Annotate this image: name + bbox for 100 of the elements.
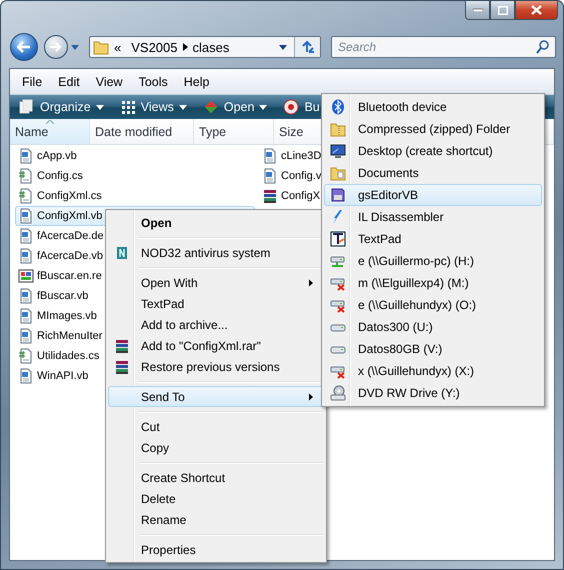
cs-file-icon bbox=[18, 188, 34, 204]
bluetooth-icon bbox=[330, 99, 346, 115]
file-row[interactable]: cApp.vb bbox=[15, 146, 81, 166]
refresh-button[interactable] bbox=[294, 37, 320, 57]
menu-item[interactable]: Restore previous versions bbox=[108, 356, 324, 377]
menu-item[interactable]: TextPad bbox=[108, 293, 324, 314]
minimize-button[interactable] bbox=[465, 1, 490, 20]
maximize-button[interactable] bbox=[490, 1, 515, 20]
menu-item[interactable]: Documents bbox=[324, 162, 542, 184]
column-header[interactable]: Type bbox=[194, 119, 274, 144]
menu-item[interactable]: TextPad bbox=[324, 228, 542, 250]
maximize-icon bbox=[498, 6, 508, 14]
folder-icon bbox=[93, 39, 109, 55]
breadcrumb-arrow-icon[interactable] bbox=[182, 43, 188, 51]
menu-item[interactable]: Open bbox=[108, 212, 324, 233]
file-row[interactable]: ConfigXml.cs bbox=[15, 186, 106, 206]
menu-item[interactable]: Tools bbox=[130, 72, 176, 90]
menu-item[interactable]: Add to archive... bbox=[108, 314, 324, 335]
menu-item[interactable]: Bluetooth device bbox=[324, 96, 542, 118]
menu-item[interactable]: Datos80GB (V:) bbox=[324, 338, 542, 360]
vb-file-icon bbox=[18, 288, 34, 304]
file-row[interactable]: fBuscar.vb bbox=[15, 286, 92, 306]
menu-item[interactable]: e (\\Guillermo-pc) (H:) bbox=[324, 250, 542, 272]
file-row[interactable]: Config.cs bbox=[15, 166, 87, 186]
address-bar[interactable]: « VS2005 clases bbox=[89, 36, 321, 58]
back-button[interactable] bbox=[10, 33, 38, 61]
file-row[interactable]: MImages.vb bbox=[15, 306, 101, 326]
toolbar-button[interactable]: Views bbox=[116, 96, 190, 118]
search-icon bbox=[536, 40, 550, 54]
file-row[interactable]: Config.v bbox=[259, 166, 326, 186]
menu-item[interactable]: Properties bbox=[108, 539, 324, 560]
file-row[interactable]: Utilidades.cs bbox=[15, 346, 104, 366]
vb-file-icon bbox=[18, 308, 34, 324]
file-row[interactable]: RichMenuIter bbox=[15, 326, 106, 346]
grid-view-icon bbox=[120, 99, 136, 115]
caret-icon bbox=[178, 104, 187, 110]
dvd-drive-icon bbox=[330, 385, 346, 401]
cs-file-icon bbox=[18, 348, 34, 364]
toolbar-button[interactable]: Open bbox=[200, 96, 270, 118]
close-button[interactable] bbox=[515, 1, 558, 20]
toolbar-button[interactable]: Organize bbox=[16, 96, 107, 118]
menu-item[interactable]: File bbox=[14, 72, 50, 90]
file-row[interactable]: fAcercaDe.vb bbox=[15, 246, 108, 266]
documents-icon bbox=[19, 99, 35, 115]
file-row[interactable]: WinAPI.vb bbox=[15, 366, 92, 386]
desktop-icon bbox=[330, 143, 346, 159]
menu-item[interactable]: View bbox=[88, 72, 131, 90]
menu-item[interactable]: NOD32 antivirus system bbox=[108, 242, 324, 263]
column-header[interactable]: Date modified bbox=[90, 119, 194, 144]
cs-file-icon bbox=[18, 168, 34, 184]
colored-diamond-icon bbox=[202, 99, 219, 115]
minimize-icon bbox=[472, 8, 482, 12]
disc-icon bbox=[283, 99, 300, 115]
menu-item[interactable]: Copy bbox=[108, 437, 324, 458]
vb-file-icon bbox=[18, 148, 34, 164]
breadcrumb-item[interactable]: clases bbox=[188, 40, 234, 54]
menu-item[interactable]: Datos300 (U:) bbox=[324, 316, 542, 338]
menu-item[interactable]: Add to "ConfigXml.rar" bbox=[108, 335, 324, 356]
column-header[interactable]: Name bbox=[10, 119, 90, 144]
resource-file-icon bbox=[18, 268, 34, 284]
menu-item[interactable]: Edit bbox=[50, 72, 88, 90]
folder-icon bbox=[330, 165, 346, 181]
caret-icon bbox=[96, 104, 104, 110]
forward-button[interactable] bbox=[44, 35, 68, 59]
menu-item[interactable]: m (\\Elguillexp4) (M:) bbox=[324, 272, 542, 294]
menu-item[interactable]: Desktop (create shortcut) bbox=[324, 140, 542, 162]
vb-file-icon bbox=[18, 228, 34, 244]
history-dropdown-icon[interactable] bbox=[71, 44, 79, 50]
menu-item[interactable]: DVD RW Drive (Y:) bbox=[324, 382, 542, 404]
menu-item[interactable]: IL Disassembler bbox=[324, 206, 542, 228]
vb-file-icon bbox=[18, 208, 34, 224]
menu-item[interactable]: x (\\Guillehundyx) (X:) bbox=[324, 360, 542, 382]
file-row[interactable]: cLine3D bbox=[259, 146, 326, 166]
file-row[interactable]: fBuscar.en.re bbox=[15, 266, 106, 286]
vb-file-icon bbox=[262, 168, 278, 184]
vb-file-icon bbox=[18, 328, 34, 344]
text-editor-icon bbox=[330, 231, 346, 247]
menu-item[interactable]: Cut bbox=[108, 416, 324, 437]
menu-item[interactable]: Rename bbox=[108, 509, 324, 530]
menu-item[interactable]: e (\\Guillehundyx) (O:) bbox=[324, 294, 542, 316]
breadcrumb-overflow[interactable]: « bbox=[109, 40, 126, 54]
menu-item[interactable]: gsEditorVB bbox=[324, 184, 542, 206]
archive-books-icon bbox=[262, 188, 278, 204]
file-row[interactable]: ConfigX bbox=[259, 186, 324, 206]
menu-item[interactable]: Help bbox=[176, 72, 218, 90]
refresh-arrows-icon bbox=[300, 40, 314, 54]
menu-item[interactable]: Delete bbox=[108, 488, 324, 509]
close-icon bbox=[531, 5, 542, 15]
zipped-folder-icon bbox=[330, 121, 346, 137]
menu-item[interactable]: Send To bbox=[108, 386, 324, 407]
menu-item[interactable]: Create Shortcut bbox=[108, 467, 324, 488]
breadcrumb-item[interactable]: VS2005 bbox=[126, 40, 182, 54]
vb-file-icon bbox=[18, 368, 34, 384]
menu-item[interactable]: Open With bbox=[108, 272, 324, 293]
menu-item[interactable]: Compressed (zipped) Folder bbox=[324, 118, 542, 140]
caret-icon bbox=[279, 44, 287, 50]
application-icon bbox=[330, 187, 346, 203]
search-field[interactable]: Search bbox=[331, 36, 556, 58]
file-row[interactable]: fAcercaDe.de bbox=[15, 226, 108, 246]
archive-books-icon bbox=[114, 358, 130, 374]
